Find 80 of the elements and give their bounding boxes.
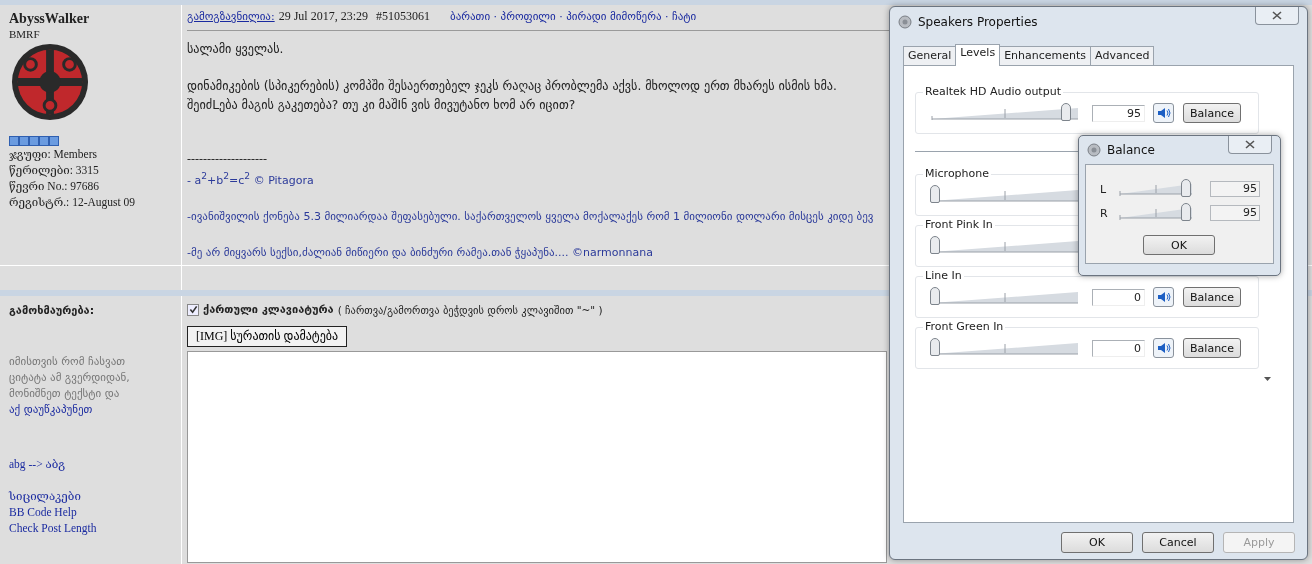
reply-label: გამოხმაურება: [9,304,96,317]
channel-name: R [1100,206,1109,220]
volume-slider[interactable] [930,103,1080,123]
avatar-icon [11,43,89,121]
post-date: 29 Jul 2017, 23:29 [278,9,368,24]
device-name: Line In [923,269,964,282]
level-value[interactable]: 95 [1092,104,1145,122]
member-title: BMRF [9,28,41,40]
channel-name: L [1100,182,1108,196]
ok-button[interactable]: OK [1143,235,1215,255]
signature-text: -მე არ მიყვარს სექსი,ძალიან მიწიერი და ბინძური რამეა.თან ჭყაპუნა.... ©narmonnana [187,245,653,260]
slider-thumb[interactable] [930,287,940,305]
scroll-down-icon[interactable] [1264,377,1271,381]
post-text: დინამიკების (სპიკერების) კომპში შესაერთებელ ჯეკს რაღაც პრობლემა აქვს. მხოლოდ ერთ მხარეს ისმის ხმა. შეიძLება მაგის გაკეთება? თუ კი მაშIნ ვის მივუტანო ხომ არ იცით? [187,78,837,114]
channel-value: 95 [1210,181,1260,197]
volume-slider[interactable] [930,338,1080,358]
post-number[interactable]: #51053061 [376,9,430,24]
speaker-icon [1156,107,1171,119]
volume-slider[interactable] [930,236,1080,256]
help-link[interactable]: სიცილაკები [9,488,181,504]
slider-thumb[interactable] [1180,203,1191,221]
slider-thumb[interactable] [930,185,940,203]
device-name: Front Green In [923,320,1006,333]
close-button[interactable] [1228,136,1272,154]
tab[interactable]: General [903,46,957,66]
click-here-link[interactable]: აქ დაუწკაპუნეთ [9,403,93,416]
quote-hint: იმისთვის რომ ჩასვათ ციტატა ამ გვერდიდან, მონიშნეთ ტექსტი და აქ დაუწკაპუნეთ [9,354,131,418]
mute-button[interactable] [1153,287,1174,307]
speaker-icon [1156,291,1171,303]
speaker-icon [1087,143,1101,157]
mute-button[interactable] [1153,103,1174,123]
level-value[interactable]: 0 [1092,288,1145,306]
member-info: რეგისტრ.: 12-August 09 [9,195,137,210]
dialog-button[interactable]: OK [1061,532,1133,553]
close-icon [1272,11,1282,20]
keyboard-note: ( ჩართვა/გამორთვა ბეჭდვის დროს კლავიშით "~" ) [337,303,603,316]
device-name: Microphone [923,167,992,180]
tab[interactable]: Levels [955,44,1001,66]
balance-button[interactable]: Balance [1183,338,1241,358]
balance-button[interactable]: Balance [1183,103,1241,123]
member-info: წერილები: 3315 [9,163,100,178]
window-title: Speakers Properties [918,15,1038,29]
author-name[interactable]: AbyssWalker [9,11,181,27]
help-link[interactable]: Check Post Length [9,520,181,536]
tab[interactable]: Advanced [1090,46,1155,66]
window-title: Balance [1107,143,1155,157]
signature-rule: -------------------- [187,152,267,167]
rank-icon [9,136,59,146]
keyboard-label: ქართული კლავიატურა [203,303,334,316]
help-link[interactable]: BB Code Help [9,504,181,520]
keyboard-checkbox[interactable] [187,303,199,316]
close-icon [1245,140,1255,149]
speaker-icon [1156,342,1171,354]
member-info: წევრი No.: 97686 [9,179,101,194]
level-value[interactable]: 0 [1092,339,1145,357]
device-name: Front Pink In [923,218,995,231]
balance-slider[interactable] [1118,203,1194,223]
channel-value: 95 [1210,205,1260,221]
balance-slider[interactable] [1118,179,1194,199]
slider-thumb[interactable] [1180,179,1191,197]
close-button[interactable] [1255,7,1299,25]
slider-thumb[interactable] [1061,103,1072,121]
signature-text: - a$^{2}$+b$^{2}$=c$^{2}$ © Pitagora [187,169,314,188]
member-info: ჯგუფი: Members [9,147,98,162]
slider-thumb[interactable] [930,236,940,254]
volume-slider[interactable] [930,287,1080,307]
device-name: Realtek HD Audio output [923,85,1063,98]
post-text: სალამი ყველას. [187,41,284,58]
volume-slider[interactable] [930,185,1080,205]
balance-button[interactable]: Balance [1183,287,1241,307]
mute-button[interactable] [1153,338,1174,358]
signature-text: -ივანიშვილის ქონება 5.3 მილიარდაა შეფასებული. საქართველოს ყველა მოქალაქეს რომ 1 მილიონი დოლარი მისცეს კიდე ბევ [187,209,874,224]
tab[interactable]: Enhancements [999,46,1092,66]
profile-links[interactable]: ბარათი · პროფილი · პირადი მიმოწერა · ჩატი [450,10,697,23]
dialog-button[interactable]: Cancel [1142,532,1214,553]
posted-link[interactable]: გამოგზავნილია: [187,10,275,23]
speaker-icon [898,15,912,29]
slider-thumb[interactable] [930,338,940,356]
help-link[interactable]: abg --> აბგ [9,456,181,472]
add-image-button[interactable]: [IMG] სურათის დამატება [187,326,348,347]
